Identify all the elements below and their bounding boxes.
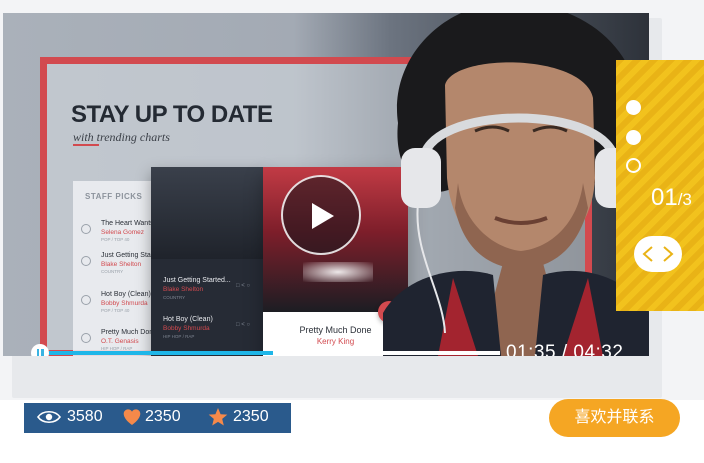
listener-photo	[383, 13, 649, 356]
stage-light	[303, 262, 373, 282]
track-genre: COUNTRY	[101, 269, 124, 274]
list-item[interactable]: The Heart Wants Selena Gomez POP / TOP 4…	[81, 220, 155, 242]
track-genre: POP / TOP 40	[101, 237, 130, 242]
prev-next-icon	[642, 246, 674, 262]
slide-divider	[73, 144, 99, 146]
like-and-contact-button[interactable]: 喜欢并联系	[549, 399, 680, 437]
track-controls-icon[interactable]: □ < ○	[236, 322, 250, 328]
track-title: Hot Boy (Clean)	[163, 316, 213, 323]
stats-bar: 3580 2350 2350	[24, 403, 291, 433]
progress-handle[interactable]	[273, 342, 278, 356]
track-artist: Blake Shelton	[101, 261, 142, 268]
slide-current: 01	[651, 184, 678, 211]
track-artist: Bobby Shmurda	[101, 300, 148, 307]
slide-nav[interactable]	[634, 236, 682, 272]
video-player[interactable]: STAY UP TO DATE with trending charts STA…	[3, 13, 649, 356]
track-genre: HIP HOP / RAP	[163, 334, 195, 339]
list-item[interactable]: Hot Boy (Clean) Bobby Shmurda POP / TOP …	[81, 291, 155, 313]
pause-icon	[36, 349, 39, 356]
pause-icon	[41, 349, 44, 356]
list-item[interactable]: Pretty Much Don O.T. Genasis HIP HOP / R…	[81, 329, 155, 351]
track-title: Hot Boy (Clean)	[101, 291, 151, 298]
track-artist: Blake Shelton	[163, 286, 204, 293]
track-title: Just Getting Started...	[163, 277, 231, 284]
likes-count: 2350	[145, 408, 181, 425]
heart-icon[interactable]	[122, 408, 142, 426]
track-artist: Selena Gomez	[101, 229, 144, 236]
track-title: Pretty Much Don	[101, 329, 154, 336]
favorites-count: 2350	[233, 408, 269, 425]
slide-indicator-dot[interactable]	[626, 130, 641, 145]
slide-counter: 01/3	[651, 184, 692, 212]
slide-subtitle: with trending charts	[73, 130, 170, 144]
radio-icon	[81, 295, 91, 305]
slide-indicator-dot[interactable]	[626, 100, 641, 115]
slide-total: /3	[677, 190, 692, 209]
list-item[interactable]: Just Getting Sta Blake Shelton COUNTRY	[81, 252, 155, 274]
progress-fill	[49, 351, 275, 355]
album-art	[151, 167, 266, 259]
track-genre: POP / TOP 40	[101, 308, 130, 313]
pause-button[interactable]	[31, 344, 49, 356]
page: STAY UP TO DATE with trending charts STA…	[0, 0, 704, 463]
radio-icon	[81, 333, 91, 343]
star-icon[interactable]	[208, 407, 228, 427]
play-button[interactable]	[281, 175, 361, 255]
play-icon	[312, 203, 334, 229]
views-count: 3580	[67, 408, 103, 425]
track-title: Just Getting Sta	[101, 252, 151, 259]
staff-picks-panel: STAFF PICKS The Heart Wants Selena Gomez…	[73, 181, 155, 356]
eye-icon	[37, 410, 61, 424]
radio-icon	[81, 256, 91, 266]
slide-title: STAY UP TO DATE	[71, 101, 273, 128]
track-artist: Bobby Shmurda	[163, 325, 210, 332]
track-controls-icon[interactable]: □ < ○	[236, 283, 250, 289]
staff-picks-heading: STAFF PICKS	[85, 192, 143, 201]
time-display: 01:35 / 04:32	[506, 342, 624, 356]
track-title: The Heart Wants	[101, 220, 154, 227]
radio-icon	[81, 224, 91, 234]
slide-indicator-dot[interactable]	[626, 158, 641, 173]
track-genre: COUNTRY	[163, 295, 186, 300]
track-artist: O.T. Genasis	[101, 338, 139, 345]
playlist-panel: Just Getting Started... Blake Shelton CO…	[151, 167, 266, 356]
